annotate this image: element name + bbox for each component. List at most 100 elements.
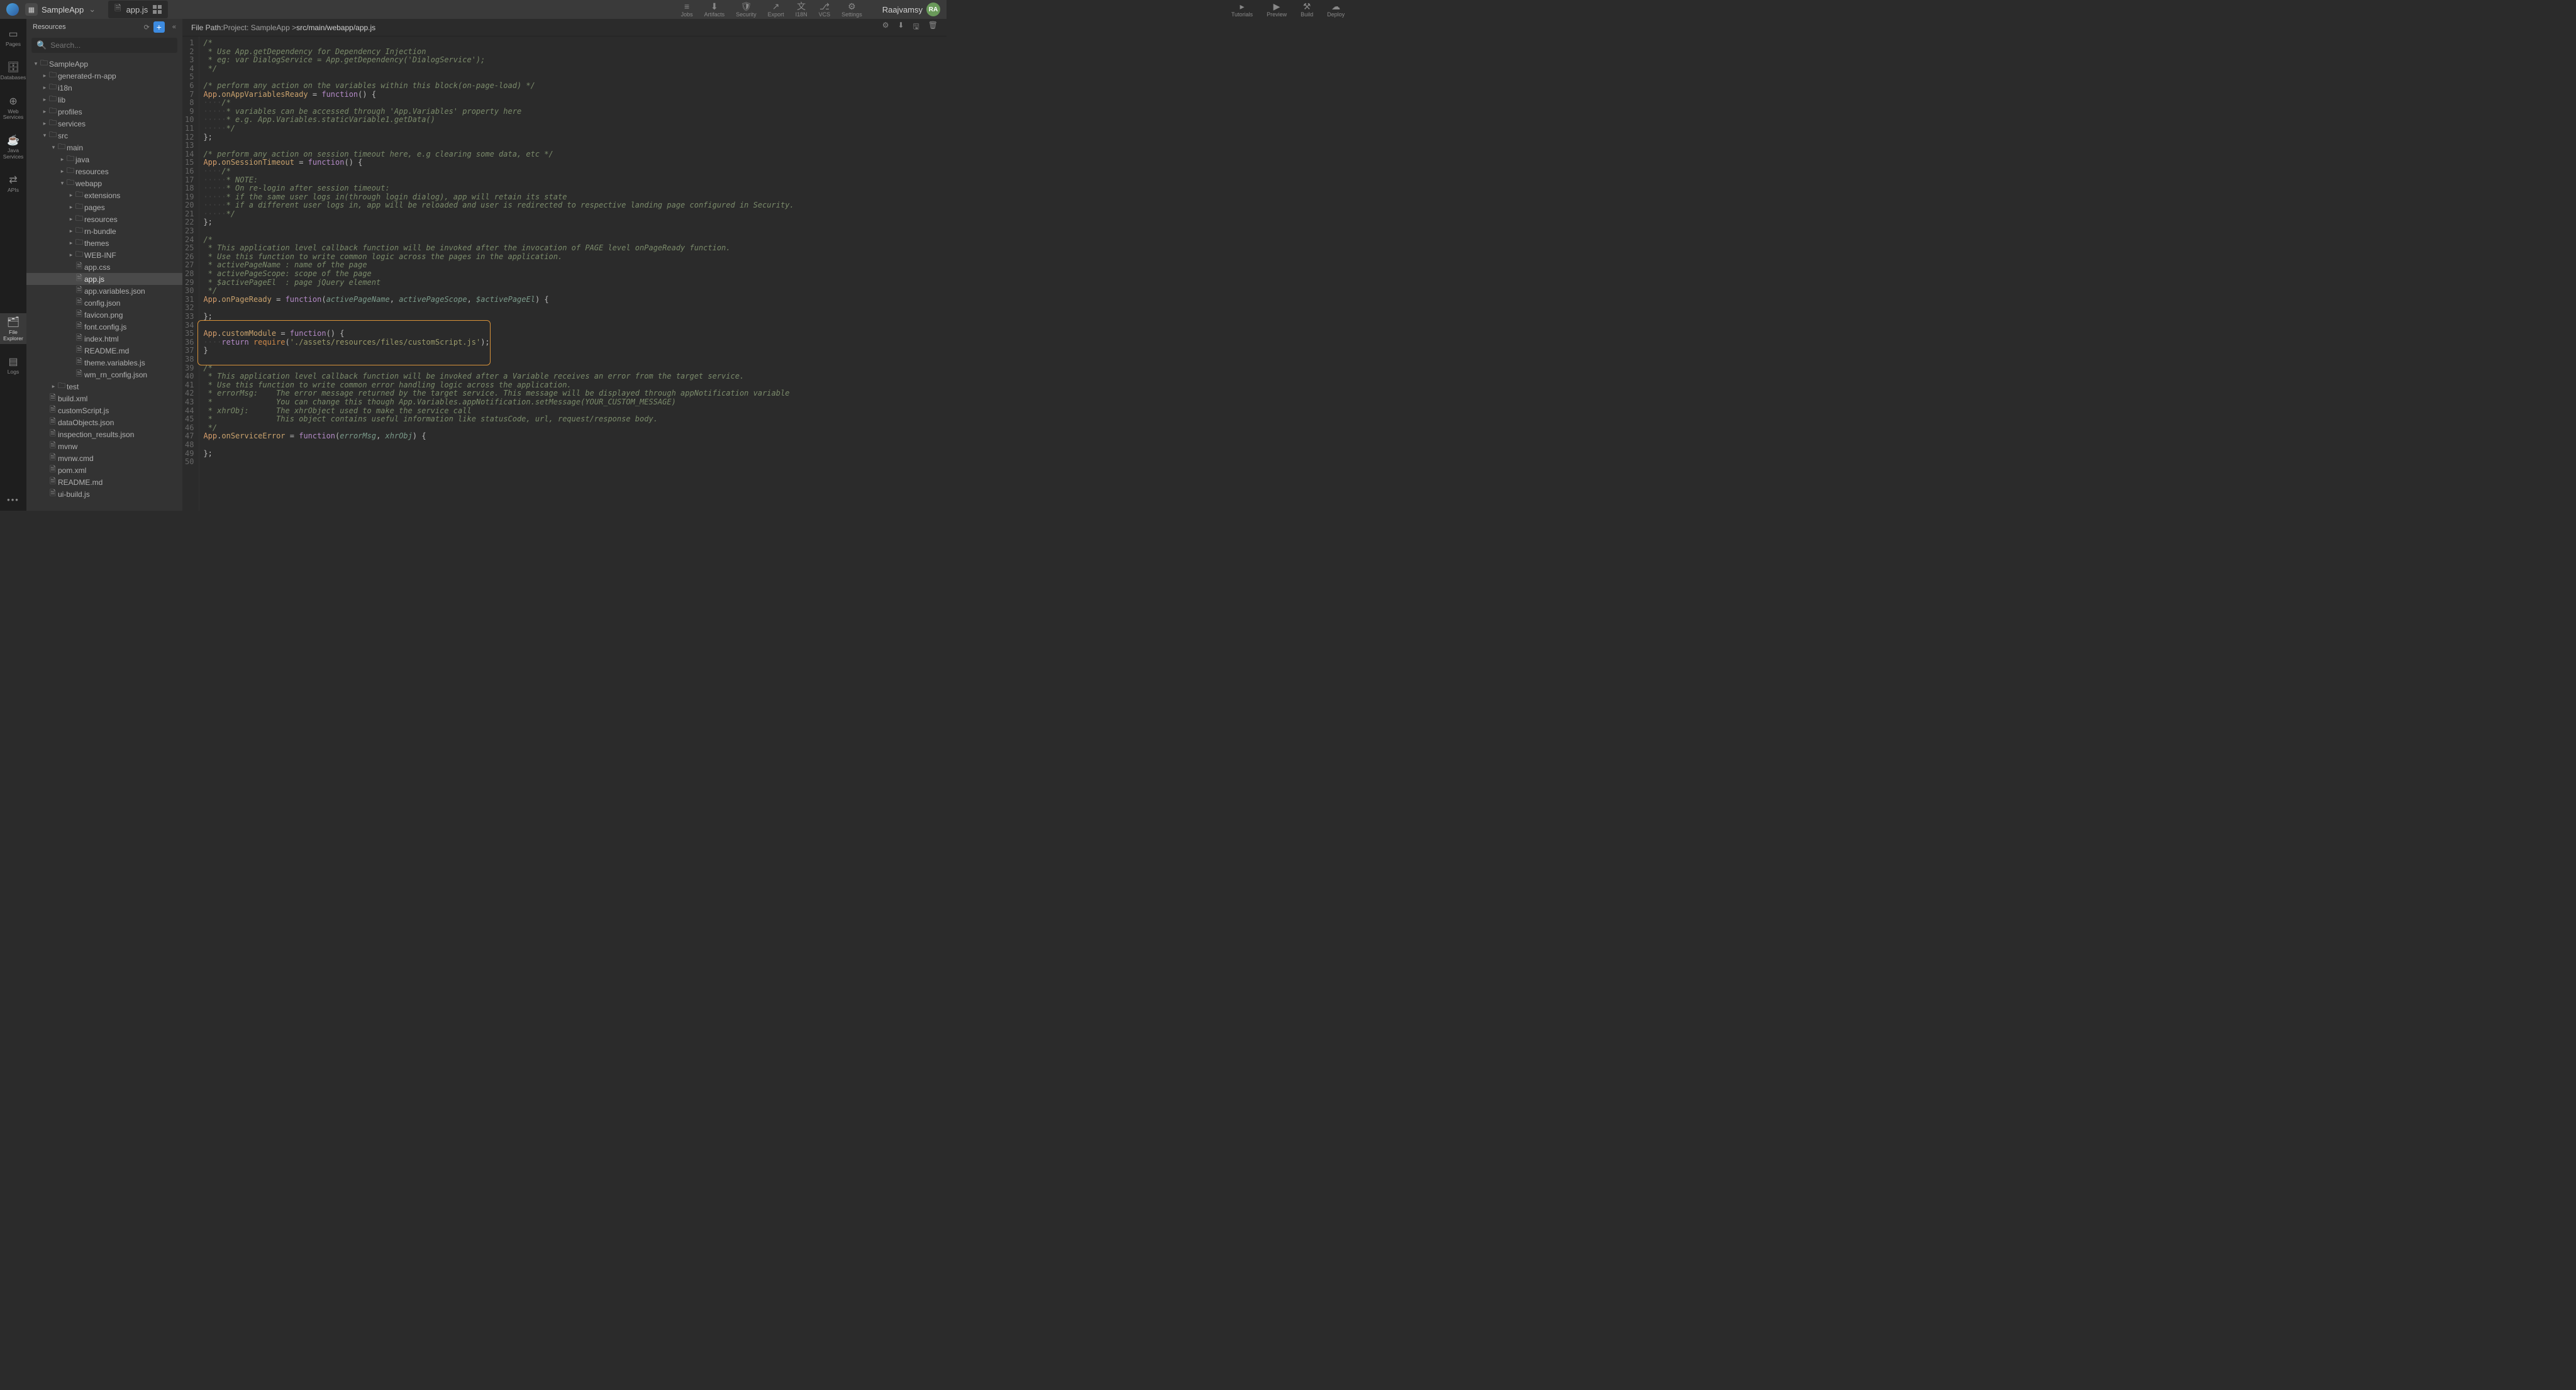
code-line[interactable]: /* (203, 39, 794, 48)
code-line[interactable] (203, 441, 794, 450)
tree-node[interactable]: 🗎README.md (26, 345, 182, 357)
twisty-icon[interactable]: ▾ (42, 132, 48, 139)
tree-node[interactable]: ▾🗀SampleApp (26, 58, 182, 70)
twisty-icon[interactable]: ▸ (68, 192, 74, 199)
code-line[interactable] (203, 321, 794, 330)
tree-node[interactable]: ▸🗀themes (26, 237, 182, 249)
tree-node[interactable]: 🗎build.xml (26, 392, 182, 404)
code-line[interactable]: * activePageScope: scope of the page (203, 270, 794, 279)
download-icon[interactable]: ⬇ (897, 21, 904, 34)
code-line[interactable]: /* (203, 236, 794, 245)
action-security[interactable]: 🛡Security (736, 2, 757, 18)
file-tab[interactable]: 🗎 app.js (108, 1, 168, 18)
grid-icon[interactable] (153, 5, 162, 14)
tree-node[interactable]: 🗎ui-build.js (26, 488, 182, 500)
code-line[interactable]: */ (203, 287, 794, 296)
code-line[interactable]: * You can change this though App.Variabl… (203, 398, 794, 407)
tree-node[interactable]: ▸🗀test (26, 381, 182, 392)
action-tutorials[interactable]: ▸Tutorials (1231, 2, 1253, 18)
tree-node[interactable]: ▸🗀rn-bundle (26, 225, 182, 237)
tree-node[interactable]: ▸🗀services (26, 118, 182, 130)
tree-node[interactable]: ▸🗀generated-rn-app (26, 70, 182, 82)
tree-node[interactable]: 🗎mvnw (26, 440, 182, 452)
twisty-icon[interactable]: ▸ (59, 156, 65, 163)
tree-node[interactable]: ▾🗀src (26, 130, 182, 142)
twisty-icon[interactable]: ▸ (68, 204, 74, 211)
code-line[interactable]: App.onServiceError = function(errorMsg, … (203, 432, 794, 441)
twisty-icon[interactable]: ▸ (42, 120, 48, 127)
code-line[interactable]: ·····* e.g. App.Variables.staticVariable… (203, 116, 794, 125)
tree-node[interactable]: ▾🗀webapp (26, 177, 182, 189)
tree-node[interactable]: ▸🗀pages (26, 201, 182, 213)
code-line[interactable]: ·····* variables can be accessed through… (203, 108, 794, 116)
code-line[interactable] (203, 304, 794, 313)
action-jobs[interactable]: ≡Jobs (681, 2, 693, 18)
code-line[interactable]: * eg: var DialogService = App.getDepende… (203, 56, 794, 65)
tree-node[interactable]: ▸🗀resources (26, 165, 182, 177)
twisty-icon[interactable]: ▸ (42, 108, 48, 115)
code-line[interactable]: * This application level callback functi… (203, 244, 794, 253)
code-line[interactable]: } (203, 347, 794, 355)
rail-databases[interactable]: 🗄Databases (0, 58, 26, 83)
action-vcs[interactable]: ⎇VCS (819, 2, 831, 18)
twisty-icon[interactable]: ▾ (50, 144, 57, 151)
action-deploy[interactable]: ☁Deploy (1327, 2, 1345, 18)
code-line[interactable]: * activePageName : name of the page (203, 261, 794, 270)
twisty-icon[interactable]: ▸ (68, 252, 74, 259)
code-line[interactable]: }; (203, 313, 794, 321)
code-line[interactable]: ····return require('./assets/resources/f… (203, 338, 794, 347)
twisty-icon[interactable]: ▸ (68, 240, 74, 247)
add-icon[interactable]: + (153, 21, 165, 33)
twisty-icon[interactable]: ▾ (59, 180, 65, 187)
twisty-icon[interactable]: ▸ (42, 96, 48, 103)
twisty-icon[interactable]: ▸ (50, 383, 57, 390)
code-line[interactable]: }; (203, 218, 794, 227)
code-content[interactable]: /* * Use App.getDependency for Dependenc… (199, 36, 794, 511)
tree-node[interactable]: 🗎favicon.png (26, 309, 182, 321)
tree-node[interactable]: ▸🗀lib (26, 94, 182, 106)
tree-node[interactable]: 🗎font.config.js (26, 321, 182, 333)
tree-node[interactable]: 🗎app.js (26, 273, 182, 285)
tree-node[interactable]: ▸🗀resources (26, 213, 182, 225)
code-line[interactable]: ····/* (203, 99, 794, 108)
tree-node[interactable]: ▸🗀profiles (26, 106, 182, 118)
tree-node[interactable]: ▸🗀i18n (26, 82, 182, 94)
twisty-icon[interactable]: ▸ (59, 168, 65, 175)
twisty-icon[interactable]: ▸ (42, 72, 48, 79)
app-logo-icon[interactable] (6, 3, 19, 16)
collapse-panel-icon[interactable]: « (172, 23, 176, 31)
tree-node[interactable]: 🗎mvnw.cmd (26, 452, 182, 464)
code-line[interactable]: /* perform any action on the variables w… (203, 82, 794, 91)
code-line[interactable] (203, 355, 794, 364)
refresh-icon[interactable]: ⟳ (144, 23, 150, 31)
code-line[interactable]: * errorMsg: The error message returned b… (203, 389, 794, 398)
tree-node[interactable]: 🗎app.css (26, 261, 182, 273)
tree-node[interactable]: ▸🗀WEB-INF (26, 249, 182, 261)
tree-node[interactable]: 🗎customScript.js (26, 404, 182, 416)
twisty-icon[interactable]: ▾ (33, 60, 39, 67)
code-line[interactable] (203, 142, 794, 150)
tree-node[interactable]: 🗎config.json (26, 297, 182, 309)
code-line[interactable]: * This object contains useful informatio… (203, 415, 794, 424)
action-preview[interactable]: ▶Preview (1267, 2, 1287, 18)
code-line[interactable]: ·····*/ (203, 125, 794, 133)
rail-apis[interactable]: ⇄APIs (0, 171, 26, 196)
code-line[interactable] (203, 458, 794, 467)
settings-icon[interactable]: ⚙ (882, 21, 889, 34)
code-line[interactable]: App.onAppVariablesReady = function() { (203, 91, 794, 99)
code-line[interactable] (203, 227, 794, 236)
action-i18n[interactable]: 文I18N (796, 2, 808, 18)
code-line[interactable]: ·····* On re-login after session timeout… (203, 184, 794, 193)
tree-node[interactable]: 🗎wm_rn_config.json (26, 369, 182, 381)
tree-node[interactable]: 🗎theme.variables.js (26, 357, 182, 369)
delete-icon[interactable]: 🗑 (928, 21, 938, 34)
tree-node[interactable]: 🗎app.variables.json (26, 285, 182, 297)
more-icon[interactable]: ••• (7, 495, 19, 504)
tree-node[interactable]: 🗎pom.xml (26, 464, 182, 476)
tree-node[interactable]: ▾🗀main (26, 142, 182, 153)
code-line[interactable]: * $activePageEl : page jQuery element (203, 279, 794, 287)
code-line[interactable]: * Use this function to write common erro… (203, 381, 794, 390)
action-export[interactable]: ↗Export (768, 2, 784, 18)
code-line[interactable] (203, 73, 794, 82)
twisty-icon[interactable]: ▸ (68, 228, 74, 235)
